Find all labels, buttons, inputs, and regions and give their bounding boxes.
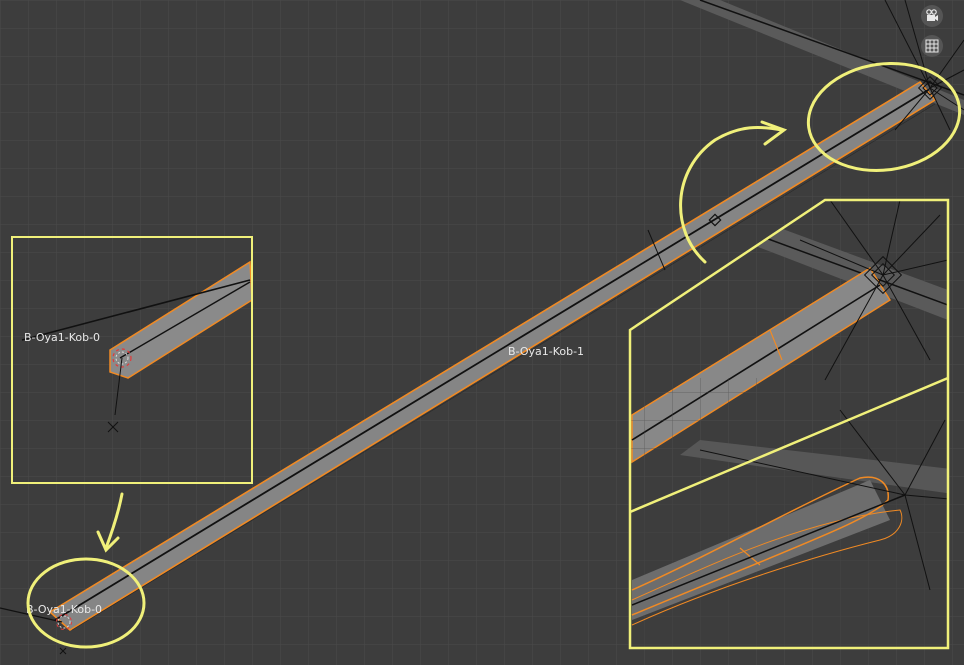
- grid-icon: [925, 39, 939, 53]
- 3d-viewport[interactable]: B-Oya1-Kob-0 B-Oya1-Kob-1 B-Oya1-Kob-0: [0, 0, 964, 665]
- camera-view-button[interactable]: [921, 5, 943, 27]
- viewport-scene[interactable]: B-Oya1-Kob-0 B-Oya1-Kob-1 B-Oya1-Kob-0: [0, 0, 964, 665]
- bone-label-root-bottom: B-Oya1-Kob-0: [26, 603, 102, 616]
- bone-label-main: B-Oya1-Kob-1: [508, 345, 584, 358]
- camera-icon: [926, 9, 938, 21]
- zoom-inset-root: B-Oya1-Kob-0: [11, 236, 253, 484]
- bone-label-root-inset: B-Oya1-Kob-0: [24, 331, 100, 344]
- ortho-grid-button[interactable]: [921, 35, 943, 57]
